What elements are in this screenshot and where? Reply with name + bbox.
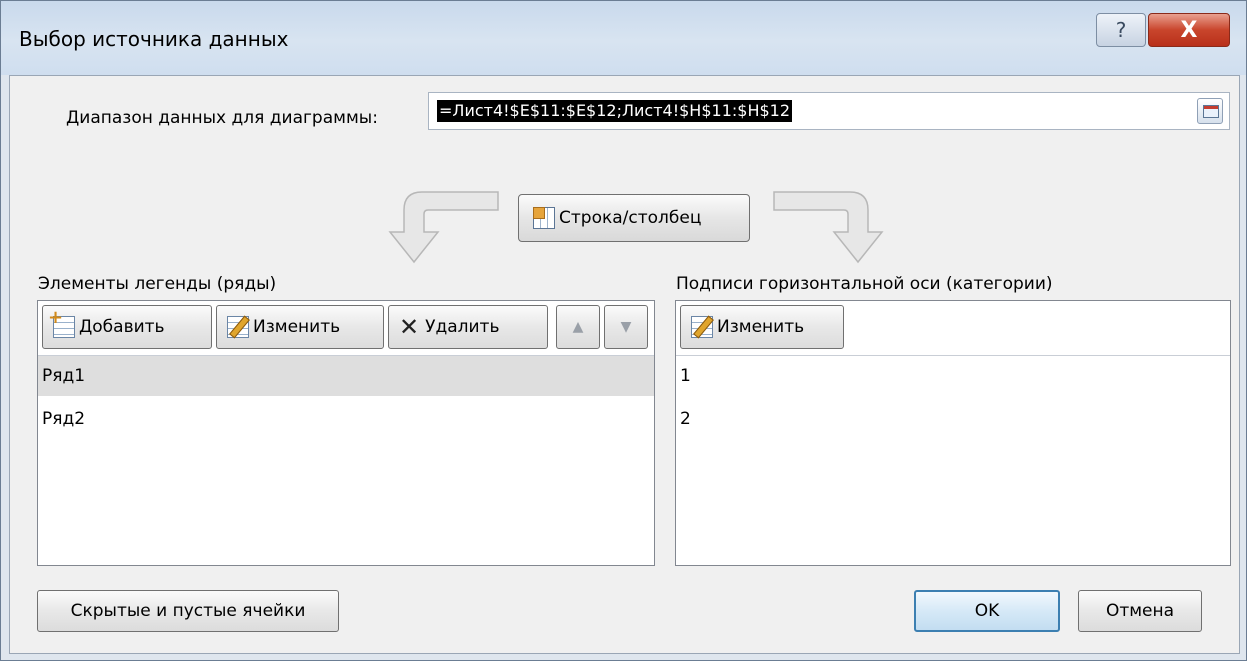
list-item[interactable]: 1	[676, 356, 1230, 396]
list-item[interactable]: Ряд1	[38, 356, 654, 396]
hidden-empty-cells-button[interactable]: Скрытые и пустые ячейки	[37, 590, 339, 632]
dialog-body: Диапазон данных для диаграммы: =Лист4!$E…	[9, 75, 1240, 654]
edit-categories-label: Изменить	[717, 317, 805, 337]
axis-labels-toolbar: Изменить	[676, 301, 1230, 356]
switch-row-column-label: Строка/столбец	[559, 208, 702, 228]
left-curved-arrow-icon	[388, 191, 499, 264]
switch-row-column-icon	[533, 207, 555, 229]
move-down-button[interactable]: ▼	[604, 305, 648, 349]
add-icon	[48, 307, 75, 338]
edit-categories-button[interactable]: Изменить	[680, 305, 844, 349]
legend-toolbar: Добавить Изменить ✕ Удалить ▲ ▼	[38, 301, 654, 356]
dialog-title: Выбор источника данных	[19, 27, 289, 51]
collapse-dialog-icon[interactable]	[1197, 98, 1223, 124]
delete-icon: ✕	[399, 313, 420, 341]
dialog-window: Выбор источника данных ? X Диапазон данн…	[0, 0, 1247, 661]
right-curved-arrow-icon	[773, 191, 884, 264]
edit-icon	[227, 316, 249, 338]
title-bar: Выбор источника данных ? X	[1, 1, 1246, 75]
data-range-value[interactable]: =Лист4!$E$11:$E$12;Лист4!$H$11:$H$12	[437, 100, 793, 122]
list-item[interactable]: 2	[676, 399, 1230, 439]
data-range-label: Диапазон данных для диаграммы:	[66, 108, 378, 128]
add-series-button[interactable]: Добавить	[42, 305, 212, 349]
delete-series-label: Удалить	[425, 317, 500, 337]
close-button[interactable]: X	[1148, 13, 1230, 47]
delete-series-button[interactable]: ✕ Удалить	[388, 305, 548, 349]
axis-labels-label: Подписи горизонтальной оси (категории)	[676, 274, 1053, 294]
edit-series-label: Изменить	[253, 317, 341, 337]
cancel-button[interactable]: Отмена	[1078, 590, 1202, 632]
list-item[interactable]: Ряд2	[38, 399, 654, 439]
legend-entries-panel: Добавить Изменить ✕ Удалить ▲ ▼ Ряд1 Ряд…	[37, 300, 655, 566]
edit-series-button[interactable]: Изменить	[216, 305, 384, 349]
edit-icon	[691, 316, 713, 338]
ok-button[interactable]: OK	[914, 590, 1060, 632]
axis-labels-panel: Изменить 1 2	[675, 300, 1231, 566]
help-button[interactable]: ?	[1096, 13, 1146, 47]
data-range-input[interactable]: =Лист4!$E$11:$E$12;Лист4!$H$11:$H$12	[428, 92, 1230, 130]
switch-row-column-button[interactable]: Строка/столбец	[518, 194, 750, 242]
move-up-button[interactable]: ▲	[556, 305, 600, 349]
add-series-label: Добавить	[79, 317, 165, 337]
legend-entries-label: Элементы легенды (ряды)	[38, 274, 277, 294]
